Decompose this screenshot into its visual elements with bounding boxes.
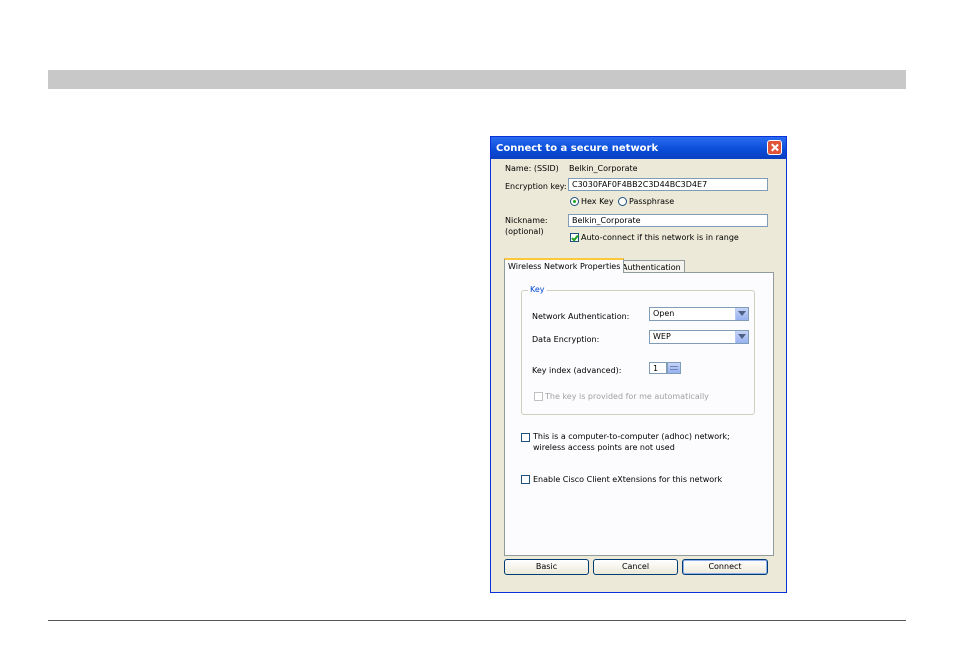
- cisco-extensions-checkbox[interactable]: [521, 475, 530, 484]
- adhoc-network-checkbox[interactable]: [521, 433, 530, 442]
- key-index-input[interactable]: 1: [649, 362, 667, 374]
- cancel-button[interactable]: Cancel: [593, 559, 678, 575]
- data-encryption-select[interactable]: WEP: [649, 330, 749, 344]
- footer-divider: [48, 620, 906, 621]
- ssid-label: Name: (SSID): [505, 164, 559, 173]
- key-auto-provided-label: The key is provided for me automatically: [545, 392, 709, 401]
- dialog-titlebar[interactable]: Connect to a secure network: [491, 137, 786, 159]
- auto-connect-checkbox[interactable]: [570, 233, 579, 242]
- network-authentication-select[interactable]: Open: [649, 307, 749, 321]
- hex-key-label: Hex Key: [581, 197, 614, 206]
- hex-key-radio[interactable]: [570, 197, 579, 206]
- auto-connect-label: Auto-connect if this network is in range: [581, 233, 739, 242]
- passphrase-radio[interactable]: [618, 197, 627, 206]
- nickname-optional-label: (optional): [505, 227, 544, 236]
- network-authentication-value: Open: [653, 309, 675, 318]
- connect-button[interactable]: Connect: [682, 559, 768, 575]
- basic-button[interactable]: Basic: [504, 559, 589, 575]
- chevron-down-icon[interactable]: [735, 308, 748, 320]
- key-group-label: Key: [528, 285, 547, 294]
- nickname-label: Nickname:: [505, 216, 548, 225]
- tab-wireless-network-properties[interactable]: Wireless Network Properties: [504, 258, 625, 273]
- passphrase-label: Passphrase: [629, 197, 675, 206]
- network-authentication-label: Network Authentication:: [532, 312, 630, 321]
- adhoc-network-label-line1: This is a computer-to-computer (adhoc) n…: [533, 432, 730, 441]
- cisco-extensions-label: Enable Cisco Client eXtensions for this …: [533, 475, 723, 484]
- data-encryption-label: Data Encryption:: [532, 335, 600, 344]
- nickname-input[interactable]: Belkin_Corporate: [568, 214, 768, 227]
- tab-panel: Key Network Authentication: Open Data En…: [504, 272, 774, 556]
- encryption-key-label: Encryption key:: [505, 182, 567, 191]
- data-encryption-value: WEP: [653, 332, 671, 341]
- key-index-spinner-icon[interactable]: [667, 362, 681, 374]
- adhoc-network-label-line2: wireless access points are not used: [533, 443, 675, 452]
- header-bar: [48, 70, 906, 89]
- close-icon[interactable]: [767, 140, 782, 155]
- key-index-label: Key index (advanced):: [532, 366, 622, 375]
- ssid-value: Belkin_Corporate: [569, 164, 638, 173]
- dialog-title: Connect to a secure network: [496, 143, 659, 154]
- key-group: Key Network Authentication: Open Data En…: [521, 285, 755, 415]
- chevron-down-icon[interactable]: [735, 331, 748, 343]
- encryption-key-input[interactable]: C3030FAF0F4BB2C3D44BC3D4E7: [568, 178, 768, 191]
- key-auto-provided-checkbox[interactable]: [534, 392, 543, 401]
- connect-secure-network-dialog: Connect to a secure network Name: (SSID)…: [490, 136, 787, 593]
